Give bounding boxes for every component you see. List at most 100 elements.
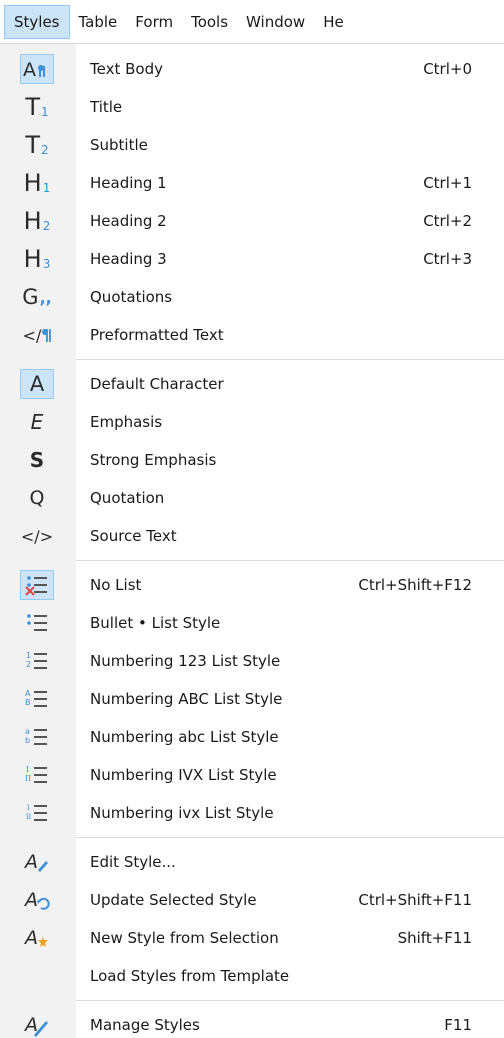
menu-item-label: Numbering 123 List Style bbox=[90, 652, 281, 670]
svg-text:A: A bbox=[24, 851, 38, 873]
menu-item-label: Numbering ABC List Style bbox=[90, 690, 283, 708]
menu-item-shortcut: F11 bbox=[444, 1016, 472, 1034]
subtitle-icon: T2 bbox=[25, 131, 49, 159]
heading-2-icon: H2 bbox=[23, 207, 51, 235]
manage-styles-icon: A bbox=[20, 1010, 54, 1038]
menu-separator bbox=[76, 359, 504, 360]
menu-item-shortcut: Ctrl+1 bbox=[423, 174, 472, 192]
menu-item-numbering-ivx-lower[interactable]: i ii Numbering ivx List Style bbox=[0, 794, 504, 832]
menu-item-new-style-from-selection[interactable]: A New Style from Selection Shift+F11 bbox=[0, 919, 504, 957]
menu-item-label: Title bbox=[90, 98, 123, 116]
svg-text:ii: ii bbox=[26, 812, 32, 821]
heading-3-icon: H3 bbox=[23, 245, 51, 273]
heading-1-icon: H1 bbox=[23, 169, 51, 197]
menu-item-load-styles-from-template[interactable]: Load Styles from Template bbox=[0, 957, 504, 995]
menu-item-heading-2[interactable]: H2 Heading 2 Ctrl+2 bbox=[0, 202, 504, 240]
svg-text:I: I bbox=[26, 765, 29, 774]
new-style-icon: A bbox=[20, 923, 54, 953]
menu-item-strong-emphasis[interactable]: S Strong Emphasis bbox=[0, 441, 504, 479]
menu-item-emphasis[interactable]: E Emphasis bbox=[0, 403, 504, 441]
menu-item-label: Heading 3 bbox=[90, 250, 167, 268]
svg-text:2: 2 bbox=[26, 660, 31, 669]
menu-item-label: Numbering ivx List Style bbox=[90, 804, 274, 822]
menu-separator bbox=[76, 837, 504, 838]
menu-item-label: Load Styles from Template bbox=[90, 967, 290, 985]
menu-item-label: Numbering abc List Style bbox=[90, 728, 279, 746]
menu-item-label: Update Selected Style bbox=[90, 891, 257, 909]
source-text-icon: </> bbox=[20, 526, 54, 546]
numbering-123-icon: 12 bbox=[20, 646, 54, 676]
menu-item-shortcut: Ctrl+Shift+F12 bbox=[358, 576, 472, 594]
menu-item-default-character[interactable]: A Default Character bbox=[0, 365, 504, 403]
menu-item-heading-1[interactable]: H1 Heading 1 Ctrl+1 bbox=[0, 164, 504, 202]
default-character-icon: A bbox=[20, 369, 54, 399]
menu-item-source-text[interactable]: </> Source Text bbox=[0, 517, 504, 555]
emphasis-icon: E bbox=[30, 410, 44, 434]
menu-item-heading-3[interactable]: H3 Heading 3 Ctrl+3 bbox=[0, 240, 504, 278]
no-list-icon bbox=[20, 570, 54, 600]
numbering-ivx-lower-icon: i ii bbox=[20, 798, 54, 828]
menu-styles[interactable]: Styles bbox=[4, 4, 70, 39]
menu-item-label: Quotations bbox=[90, 288, 173, 306]
menu-item-quotations[interactable]: G,, Quotations bbox=[0, 278, 504, 316]
numbering-abc-lower-icon: ab bbox=[20, 722, 54, 752]
svg-text:II: II bbox=[25, 774, 31, 783]
menu-item-shortcut: Ctrl+0 bbox=[423, 60, 472, 78]
text-body-icon: A bbox=[20, 54, 54, 84]
menu-item-label: Edit Style... bbox=[90, 853, 176, 871]
menu-item-label: Bullet • List Style bbox=[90, 614, 221, 632]
menu-item-label: Heading 2 bbox=[90, 212, 167, 230]
menu-window[interactable]: Window bbox=[237, 5, 314, 39]
svg-text:i: i bbox=[27, 803, 30, 812]
menu-form[interactable]: Form bbox=[126, 5, 182, 39]
menu-item-label: Quotation bbox=[90, 489, 165, 507]
menu-item-label: Heading 1 bbox=[90, 174, 167, 192]
menu-item-preformatted-text[interactable]: </ Preformatted Text bbox=[0, 316, 504, 354]
menu-item-subtitle[interactable]: T2 Subtitle bbox=[0, 126, 504, 164]
svg-text:B: B bbox=[25, 698, 31, 707]
quotation-icon: Q bbox=[29, 486, 45, 509]
quotations-icon: G,, bbox=[22, 284, 52, 309]
svg-text:A: A bbox=[24, 889, 38, 911]
menu-item-label: Subtitle bbox=[90, 136, 148, 154]
svg-text:A: A bbox=[24, 1014, 38, 1036]
menu-item-update-selected-style[interactable]: A Update Selected Style Ctrl+Shift+F11 bbox=[0, 881, 504, 919]
menu-help[interactable]: He bbox=[314, 5, 353, 39]
menu-item-edit-style[interactable]: A Edit Style... bbox=[0, 843, 504, 881]
svg-text:1: 1 bbox=[26, 651, 31, 660]
menu-item-no-list[interactable]: No List Ctrl+Shift+F12 bbox=[0, 566, 504, 604]
menu-item-bullet-list[interactable]: Bullet • List Style bbox=[0, 604, 504, 642]
svg-text:A: A bbox=[25, 689, 31, 698]
numbering-ivx-upper-icon: I II bbox=[20, 760, 54, 790]
strong-emphasis-icon: S bbox=[29, 448, 45, 472]
menu-separator bbox=[76, 1000, 504, 1001]
svg-text:A: A bbox=[23, 59, 36, 81]
menu-item-label: Preformatted Text bbox=[90, 326, 224, 344]
menu-item-quotation[interactable]: Q Quotation bbox=[0, 479, 504, 517]
title-icon: T1 bbox=[25, 93, 49, 121]
bullet-list-icon bbox=[20, 608, 54, 638]
edit-style-icon: A bbox=[20, 847, 54, 877]
preformatted-text-icon: </ bbox=[20, 320, 54, 350]
menu-item-title[interactable]: T1 Title bbox=[0, 88, 504, 126]
menu-item-label: Text Body bbox=[90, 60, 163, 78]
menu-item-shortcut: Ctrl+3 bbox=[423, 250, 472, 268]
menu-table[interactable]: Table bbox=[70, 5, 127, 39]
menu-bar: Styles Table Form Tools Window He bbox=[0, 0, 504, 44]
menu-item-label: No List bbox=[90, 576, 142, 594]
menu-item-text-body[interactable]: A Text Body Ctrl+0 bbox=[0, 50, 504, 88]
menu-item-numbering-123[interactable]: 12 Numbering 123 List Style bbox=[0, 642, 504, 680]
menu-item-label: Emphasis bbox=[90, 413, 163, 431]
menu-item-numbering-abc-upper[interactable]: AB Numbering ABC List Style bbox=[0, 680, 504, 718]
menu-item-manage-styles[interactable]: A Manage Styles F11 bbox=[0, 1006, 504, 1038]
menu-item-numbering-ivx-upper[interactable]: I II Numbering IVX List Style bbox=[0, 756, 504, 794]
menu-item-label: Manage Styles bbox=[90, 1016, 200, 1034]
svg-text:b: b bbox=[25, 736, 30, 745]
svg-text:a: a bbox=[25, 727, 30, 736]
menu-item-shortcut: Ctrl+Shift+F11 bbox=[358, 891, 472, 909]
svg-text:A: A bbox=[24, 927, 38, 949]
styles-dropdown-menu: A Text Body Ctrl+0 T1 Title T2 Subtitle … bbox=[0, 44, 504, 1038]
menu-item-numbering-abc-lower[interactable]: ab Numbering abc List Style bbox=[0, 718, 504, 756]
numbering-abc-upper-icon: AB bbox=[20, 684, 54, 714]
menu-tools[interactable]: Tools bbox=[182, 5, 237, 39]
